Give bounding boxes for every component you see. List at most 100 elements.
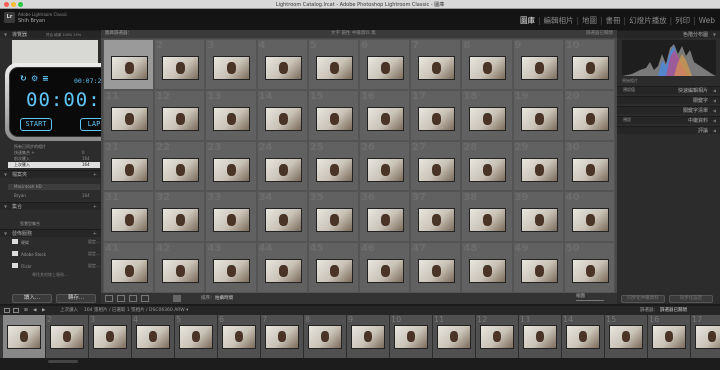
thumbnail-image[interactable]	[571, 106, 609, 131]
filmstrip-image[interactable]	[222, 325, 256, 349]
thumbnail-image[interactable]	[111, 208, 148, 233]
grid-thumbnail[interactable]: 9	[512, 39, 564, 90]
publish-hard-drive[interactable]: 硬碟 設定...	[12, 239, 100, 245]
filmstrip-thumbnail[interactable]: 8	[304, 315, 347, 358]
thumbnail-image[interactable]	[469, 208, 507, 233]
grid-thumbnail[interactable]: 29	[512, 140, 564, 192]
filmstrip-source[interactable]: 上次讀入	[60, 306, 78, 315]
grid-thumbnail[interactable]: 30	[563, 140, 615, 192]
grid-thumbnail[interactable]: 13	[205, 89, 257, 141]
thumbnail-image[interactable]	[520, 157, 558, 182]
grid-thumbnail[interactable]: 49	[512, 242, 564, 293]
sync-metadata-button[interactable]: 同步化中繼資料	[621, 295, 665, 303]
filmstrip-image[interactable]	[437, 325, 471, 349]
filmstrip-thumbnail[interactable]: 14	[562, 315, 605, 358]
thumbnail-image[interactable]	[213, 208, 251, 233]
painter-icon[interactable]	[173, 295, 181, 302]
thumbnail-image[interactable]	[571, 56, 609, 80]
grid-thumbnail[interactable]: 47	[410, 242, 462, 293]
thumbnail-image[interactable]	[366, 157, 404, 182]
filmstrip-image[interactable]	[394, 325, 428, 349]
grid-thumbnail[interactable]: 7	[410, 39, 462, 90]
grid-thumbnail[interactable]: 16	[358, 89, 411, 141]
thumbnail-image[interactable]	[111, 259, 148, 284]
thumbnail-image[interactable]	[213, 259, 251, 284]
metadata-header[interactable]: 中繼資料 ◀	[617, 116, 720, 124]
thumbnail-image[interactable]	[418, 56, 456, 80]
grid-thumbnail[interactable]: 21	[103, 140, 155, 192]
import-button[interactable]: 讀入...	[12, 294, 52, 303]
grid-thumbnail[interactable]: 5	[307, 39, 359, 90]
thumbnail-image[interactable]	[111, 56, 148, 80]
add-collection-icon[interactable]: +	[93, 203, 97, 211]
grid-thumbnail[interactable]: 24	[256, 140, 308, 192]
grid-thumbnail[interactable]: 40	[563, 191, 615, 243]
filmstrip-image[interactable]	[566, 325, 600, 349]
filmstrip-thumbnail[interactable]	[3, 315, 46, 358]
grid-thumbnail[interactable]: 19	[512, 89, 564, 141]
thumbnail-image[interactable]	[366, 259, 404, 284]
navigator-header[interactable]: ▼ 導覽器 符合 填滿 100% 25%	[0, 30, 101, 38]
sort-value[interactable]: 拍攝時間	[215, 293, 233, 304]
grid-view-icon[interactable]	[105, 295, 113, 302]
grid-thumbnail[interactable]: 15	[307, 89, 359, 141]
original-photo-checkbox[interactable]: 原始相片	[622, 78, 638, 84]
secondary-window-icon[interactable]	[4, 308, 10, 313]
grid-thumbnail[interactable]: 39	[512, 191, 564, 243]
forward-arrow-icon[interactable]: ▶	[42, 306, 45, 315]
grid-thumbnail[interactable]: 2	[154, 39, 206, 90]
grid-thumbnail[interactable]: 27	[410, 140, 462, 192]
back-arrow-icon[interactable]: ◀	[33, 306, 36, 315]
filmstrip-thumbnail[interactable]: 10	[390, 315, 433, 358]
grid-thumbnail[interactable]: 34	[256, 191, 308, 243]
collections-header[interactable]: ▼ 集合 +	[0, 202, 101, 210]
zoom-options[interactable]: 符合 填滿 100% 25%	[46, 31, 81, 39]
thumbnail-image[interactable]	[571, 259, 609, 284]
filmstrip-filter-value[interactable]: 篩選器已關閉	[660, 306, 687, 315]
thumbnail-image[interactable]	[571, 157, 609, 182]
second-display-icon[interactable]	[13, 308, 19, 313]
folders-header[interactable]: ▼ 檔案夾 +	[0, 170, 101, 178]
grid-thumbnail[interactable]: 50	[563, 242, 615, 293]
user-name[interactable]: Shih Bryan	[18, 18, 67, 24]
grid-thumbnail[interactable]: 46	[358, 242, 411, 293]
thumbnail-image[interactable]	[111, 157, 148, 182]
grid-thumbnail[interactable]: 4	[256, 39, 308, 90]
grid-thumbnail[interactable]: 41	[103, 242, 155, 293]
grid-thumbnail[interactable]: 8	[461, 39, 513, 90]
start-button[interactable]: START	[20, 118, 52, 131]
thumbnail-image[interactable]	[520, 208, 558, 233]
thumbnail-image[interactable]	[111, 106, 148, 131]
keyword-list-header[interactable]: 關鍵字清單 ◀	[617, 106, 720, 114]
thumbnail-image[interactable]	[418, 106, 456, 131]
thumbnail-image[interactable]	[366, 106, 404, 131]
filmstrip-image[interactable]	[609, 325, 643, 349]
grid-thumbnail[interactable]: 6	[358, 39, 411, 90]
folder-row[interactable]: Bryan 164	[14, 193, 90, 199]
thumbnail-image[interactable]	[213, 106, 251, 131]
keywording-header[interactable]: 關鍵字 ◀	[617, 96, 720, 104]
thumbnail-image[interactable]	[213, 157, 251, 182]
thumbnail-image[interactable]	[469, 56, 507, 80]
thumbnail-image[interactable]	[315, 56, 353, 80]
module-map[interactable]: 地圖	[582, 15, 597, 26]
filmstrip-image[interactable]	[308, 325, 342, 349]
thumbnail-image[interactable]	[264, 208, 302, 233]
filter-preset[interactable]: 篩選器已關閉	[586, 30, 613, 38]
filmstrip-thumbnail[interactable]: 11	[433, 315, 476, 358]
filmstrip-thumbnail[interactable]: 4	[132, 315, 175, 358]
filmstrip-image[interactable]	[695, 325, 720, 349]
thumbnail-image[interactable]	[418, 259, 456, 284]
module-slideshow[interactable]: 幻燈片播放	[629, 15, 667, 26]
compare-view-icon[interactable]	[129, 295, 137, 302]
catalog-row-last-import[interactable]: 上次匯入 164	[8, 162, 100, 168]
filmstrip-thumbnail[interactable]: 15	[605, 315, 648, 358]
filmstrip-thumbnail[interactable]: 5	[175, 315, 218, 358]
grid-thumbnail[interactable]: 12	[154, 89, 206, 141]
thumbnail-image[interactable]	[469, 157, 507, 182]
volume-row[interactable]: Macintosh HD	[8, 184, 100, 190]
settings-gear-icon[interactable]: ⚙	[31, 74, 38, 83]
find-more-services-link[interactable]: 尋找其他線上服務...	[32, 272, 68, 278]
thumbnail-image[interactable]	[315, 259, 353, 284]
filmstrip-image[interactable]	[265, 325, 299, 349]
